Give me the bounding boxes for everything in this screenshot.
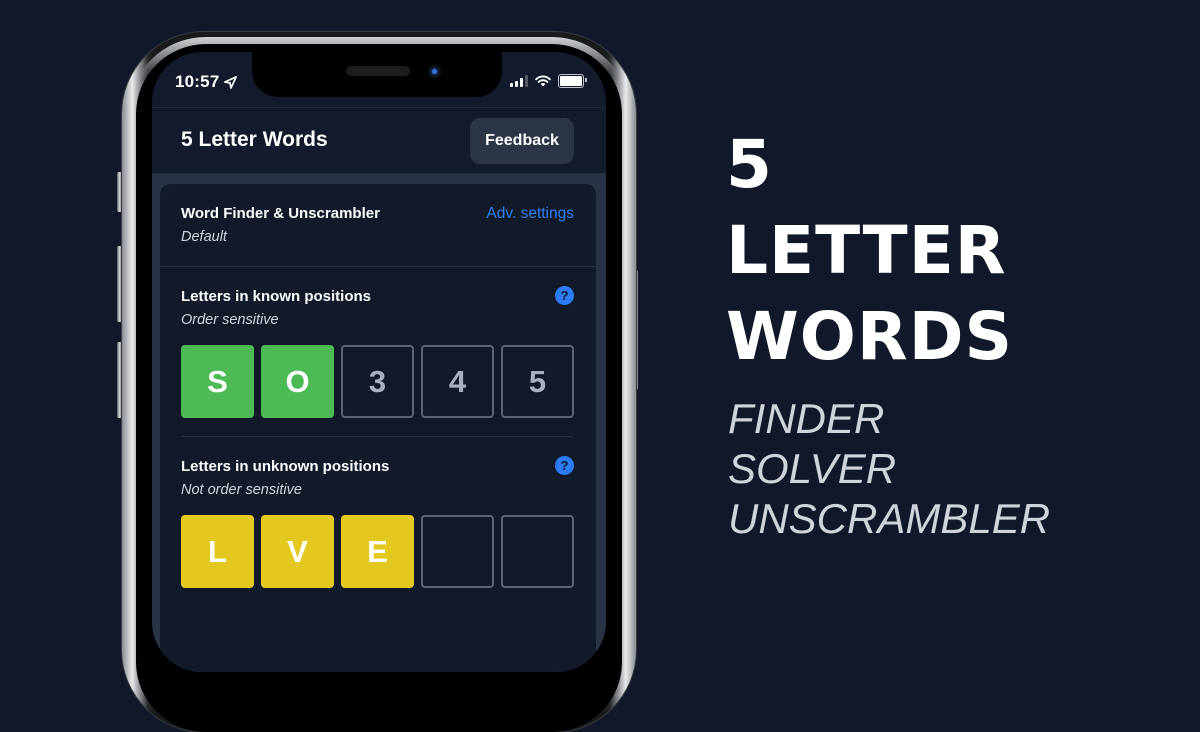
letter-tile[interactable]: 4 [421, 345, 494, 418]
headline-line: LETTER [726, 212, 1007, 289]
section-divider [160, 266, 596, 267]
letter-tile[interactable]: S [181, 345, 254, 418]
status-time-text: 10:57 [175, 72, 220, 91]
status-icons [510, 74, 587, 88]
adv-settings-link[interactable]: Adv. settings [486, 205, 574, 223]
promo-headline: 5 LETTER WORDS [726, 122, 1013, 380]
notch [252, 52, 502, 97]
battery-icon [558, 74, 587, 88]
letter-tile[interactable] [501, 515, 574, 588]
help-icon[interactable]: ? [555, 456, 574, 475]
promo-taglines: FINDER SOLVER UNSCRAMBLER [728, 394, 1050, 544]
letter-tile[interactable]: 3 [341, 345, 414, 418]
location-arrow-icon [224, 75, 238, 89]
letter-tile[interactable]: E [341, 515, 414, 588]
cellular-signal-icon [510, 75, 528, 87]
unknown-subtitle: Not order sensitive [181, 482, 302, 498]
tagline: UNSCRAMBLER [728, 495, 1051, 542]
finder-subtitle: Default [181, 229, 227, 245]
finder-title: Word Finder & Unscrambler [181, 205, 380, 222]
help-icon[interactable]: ? [555, 286, 574, 305]
letter-tile[interactable]: L [181, 515, 254, 588]
front-camera [428, 65, 441, 78]
app-header: 5 Letter Words Feedback [152, 107, 606, 173]
earpiece-speaker [346, 66, 410, 76]
letter-tile[interactable]: O [261, 345, 334, 418]
known-tiles: SO345 [181, 345, 574, 418]
tagline: SOLVER [728, 445, 897, 492]
letter-tile[interactable]: 5 [501, 345, 574, 418]
feedback-button[interactable]: Feedback [470, 118, 574, 164]
known-title: Letters in known positions [181, 288, 372, 305]
phone-screen: 10:57 5 Letter Words Feedback Word Finde… [152, 52, 606, 672]
headline-line: WORDS [726, 298, 1014, 375]
unknown-tiles: LVE [181, 515, 574, 588]
unknown-title: Letters in unknown positions [181, 458, 390, 475]
known-subtitle: Order sensitive [181, 312, 279, 328]
wifi-icon [535, 75, 551, 87]
app-title: 5 Letter Words [181, 128, 328, 151]
letter-tile[interactable]: V [261, 515, 334, 588]
headline-line: 5 [726, 126, 773, 203]
word-finder-card: Word Finder & Unscrambler Default Adv. s… [160, 184, 596, 672]
tagline: FINDER [728, 395, 885, 442]
section-divider [181, 436, 573, 437]
status-time: 10:57 [175, 72, 238, 92]
letter-tile[interactable] [421, 515, 494, 588]
